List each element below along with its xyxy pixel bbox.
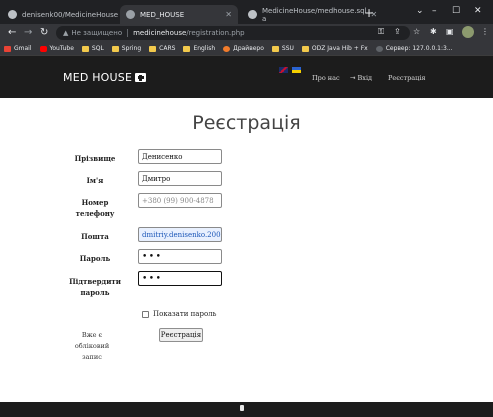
extensions-icon[interactable]: ✱ bbox=[430, 27, 437, 36]
bookmark-server[interactable]: Сервер: 127.0.0.1:3... bbox=[375, 45, 453, 52]
bookmark-spring[interactable]: Spring bbox=[111, 45, 142, 52]
site-logo[interactable]: MED HOUSE bbox=[63, 71, 147, 84]
bookmark-drivers[interactable]: Драйверо bbox=[223, 45, 264, 52]
bookmark-label: Драйверо bbox=[233, 45, 264, 52]
nav-about[interactable]: Про нас bbox=[312, 74, 340, 82]
register-button[interactable]: Реєстрація bbox=[159, 328, 203, 342]
password-label: Пароль bbox=[79, 254, 111, 263]
name-label: Ім'я bbox=[86, 176, 104, 185]
globe-icon bbox=[126, 10, 135, 19]
github-icon bbox=[8, 10, 17, 19]
tab-label: MedicineHouse/medhouse.sql a bbox=[262, 6, 367, 23]
bookmark-label: YouTube bbox=[49, 45, 74, 52]
bookmarks-bar: Gmail YouTube SQL Spring CARS English Др… bbox=[0, 42, 493, 56]
bookmark-label: Сервер: 127.0.0.1:3... bbox=[385, 45, 453, 52]
forward-icon[interactable]: → bbox=[24, 27, 32, 39]
tab-search-icon[interactable]: ⌄ bbox=[416, 6, 424, 16]
ua-flag-icon[interactable] bbox=[292, 67, 301, 73]
folder-icon bbox=[111, 45, 119, 52]
bookmark-odz[interactable]: ODZ Java Hib + Fx bbox=[301, 45, 368, 52]
bookmark-label: SSU bbox=[281, 45, 294, 52]
page-title: Реєстрація bbox=[192, 112, 301, 134]
sidepanel-icon[interactable]: ▣ bbox=[446, 27, 454, 36]
password-field[interactable]: ••• bbox=[138, 249, 222, 264]
tab-github-repo[interactable]: denisenk00/MedicineHouse ✕ bbox=[2, 5, 129, 24]
close-window-icon[interactable]: ✕ bbox=[474, 6, 482, 16]
bookmark-youtube[interactable]: YouTube bbox=[39, 45, 74, 52]
confirm-password-field[interactable]: ••• bbox=[138, 271, 222, 286]
tab-label: denisenk00/MedicineHouse bbox=[22, 10, 119, 19]
bookmark-label: Spring bbox=[121, 45, 142, 52]
bookmark-cars[interactable]: CARS bbox=[149, 45, 175, 52]
site-footer bbox=[0, 402, 493, 417]
bookmark-english[interactable]: English bbox=[183, 45, 215, 52]
new-tab-button[interactable]: + bbox=[364, 7, 374, 19]
email-label: Пошта bbox=[81, 232, 109, 241]
folder-icon bbox=[81, 45, 89, 52]
tab-label: MED_HOUSE bbox=[140, 10, 185, 19]
menu-icon[interactable]: ⋮ bbox=[481, 27, 489, 36]
key-icon[interactable]: ⚿ bbox=[378, 27, 384, 37]
folder-icon bbox=[271, 45, 279, 52]
folder-icon bbox=[301, 45, 309, 52]
bookmark-gmail[interactable]: Gmail bbox=[4, 45, 32, 52]
phone-label: Номер телефону bbox=[75, 198, 115, 218]
folder-icon bbox=[183, 45, 191, 52]
warning-icon: ▲ bbox=[63, 29, 69, 37]
share-icon[interactable]: ⇪ bbox=[394, 27, 401, 36]
gmail-icon bbox=[4, 45, 11, 52]
surname-field[interactable]: Денисенко bbox=[138, 149, 222, 164]
bookmark-label: CARS bbox=[159, 45, 176, 52]
show-password-checkbox[interactable] bbox=[142, 310, 149, 318]
security-warning: Не защищено bbox=[71, 29, 123, 37]
has-account-link[interactable]: Вже є обліковий запис bbox=[71, 330, 113, 363]
name-field[interactable]: Дмитро bbox=[138, 171, 222, 186]
uk-flag-icon[interactable] bbox=[279, 67, 288, 73]
show-password-label: Показати пароль bbox=[153, 310, 217, 318]
bookmark-sql[interactable]: SQL bbox=[81, 45, 104, 52]
tab-med-house[interactable]: MED_HOUSE ✕ bbox=[120, 5, 238, 24]
bookmark-label: Gmail bbox=[14, 45, 32, 52]
confirm-password-label: Підтвердити пароль bbox=[69, 277, 121, 297]
bookmark-label: SQL bbox=[91, 45, 104, 52]
phone-field[interactable]: +380 (99) 900-4878 bbox=[138, 193, 222, 208]
browser-toolbar: ← → ↻ ▲ Не защищено medicinehouse/regist… bbox=[0, 24, 493, 42]
github-icon bbox=[248, 10, 257, 19]
medkit-icon bbox=[135, 73, 147, 82]
server-icon bbox=[375, 45, 383, 52]
show-password-toggle[interactable]: Показати пароль bbox=[142, 310, 216, 318]
login-icon: ⇥ bbox=[350, 74, 356, 82]
bookmark-ssu[interactable]: SSU bbox=[271, 45, 294, 52]
back-icon[interactable]: ← bbox=[8, 27, 16, 39]
driver-icon bbox=[223, 45, 231, 52]
star-icon[interactable]: ☆ bbox=[413, 27, 420, 36]
tab-github-sql[interactable]: MedicineHouse/medhouse.sql a ✕ bbox=[242, 5, 377, 24]
close-icon[interactable]: ✕ bbox=[221, 10, 232, 19]
url-host: medicinehouse bbox=[133, 29, 187, 37]
reload-icon[interactable]: ↻ bbox=[40, 27, 48, 39]
folder-icon bbox=[149, 45, 157, 52]
nav-login[interactable]: ⇥ Вхід bbox=[350, 74, 372, 82]
minimize-icon[interactable]: – bbox=[432, 6, 437, 16]
bookmark-label: English bbox=[193, 45, 216, 52]
address-bar[interactable]: ▲ Не защищено medicinehouse/registration… bbox=[56, 26, 410, 40]
nav-register[interactable]: Реєстрація bbox=[388, 74, 426, 82]
youtube-icon bbox=[39, 45, 47, 52]
nav-login-label: Вхід bbox=[357, 74, 373, 82]
url-path: /registration.php bbox=[186, 29, 245, 37]
email-field[interactable]: dmitriy.denisenko.2002 bbox=[138, 227, 222, 242]
maximize-icon[interactable]: ☐ bbox=[452, 6, 460, 16]
logo-text: MED HOUSE bbox=[63, 71, 133, 84]
divider bbox=[127, 29, 129, 37]
surname-label: Прізвище bbox=[74, 154, 116, 163]
profile-avatar[interactable] bbox=[462, 26, 474, 38]
browser-tab-strip: denisenk00/MedicineHouse ✕ MED_HOUSE ✕ M… bbox=[0, 0, 493, 24]
footer-icon bbox=[240, 405, 244, 411]
bookmark-label: ODZ Java Hib + Fx bbox=[311, 45, 368, 52]
